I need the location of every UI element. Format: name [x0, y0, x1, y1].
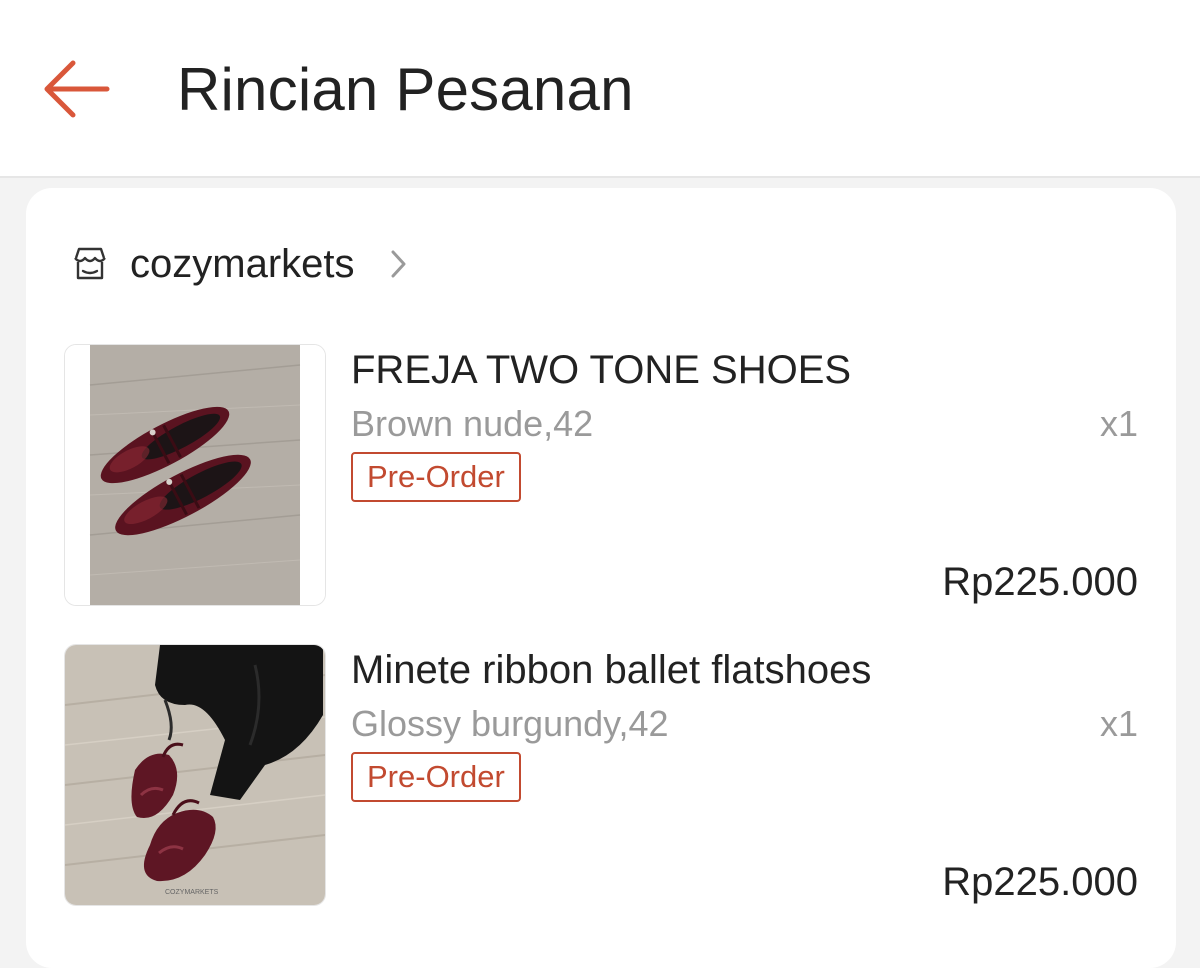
pre-order-badge: Pre-Order: [351, 452, 521, 502]
shop-link[interactable]: cozymarkets: [70, 240, 411, 288]
product-quantity: x1: [1099, 403, 1138, 444]
shop-name: cozymarkets: [130, 242, 355, 286]
product-quantity: x1: [1099, 703, 1138, 744]
order-item[interactable]: FREJA TWO TONE SHOES Brown nude,42 x1 Pr…: [62, 342, 1142, 608]
back-button[interactable]: [38, 56, 114, 122]
product-image: [64, 344, 326, 606]
store-icon: [70, 244, 110, 284]
arrow-left-icon: [44, 60, 110, 118]
product-name: FREJA TWO TONE SHOES: [351, 348, 852, 392]
product-name: Minete ribbon ballet flatshoes: [351, 648, 872, 692]
chevron-right-icon: [385, 244, 411, 284]
product-image: COZYMARKETS: [64, 644, 326, 906]
app-header: Rincian Pesanan: [0, 0, 1200, 178]
product-price: Rp225.000: [942, 860, 1138, 904]
image-watermark: COZYMARKETS: [165, 889, 219, 896]
product-variant: Glossy burgundy,42: [351, 703, 669, 744]
pre-order-badge: Pre-Order: [351, 752, 521, 802]
page-title: Rincian Pesanan: [177, 56, 634, 123]
product-variant: Brown nude,42: [351, 403, 594, 444]
product-price: Rp225.000: [942, 560, 1138, 604]
order-item[interactable]: COZYMARKETS Minete ribbon ballet flatsho…: [62, 642, 1142, 908]
order-card: cozymarkets FREJA TWO TONE SHOES Brown n…: [26, 188, 1176, 968]
